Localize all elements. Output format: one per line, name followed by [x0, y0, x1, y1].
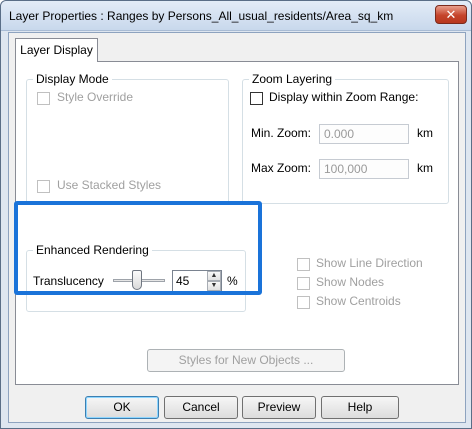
show-line-direction-checkbox[interactable] — [297, 258, 310, 271]
preview-button[interactable]: Preview — [242, 396, 316, 419]
chevron-down-icon: ▼ — [210, 282, 218, 289]
layer-properties-dialog: Layer Properties : Ranges by Persons_All… — [0, 0, 472, 429]
min-zoom-unit: km — [417, 126, 433, 140]
display-mode-group: Display Mode Style Override Use Stacked … — [26, 72, 229, 204]
close-button[interactable]: ✕ — [435, 5, 467, 24]
min-zoom-label: Min. Zoom: — [251, 126, 312, 140]
ok-button[interactable]: OK — [85, 396, 159, 419]
translucency-unit: % — [227, 274, 238, 288]
zoom-layering-label: Zoom Layering — [249, 72, 336, 86]
layer-display-panel: Display Mode Style Override Use Stacked … — [15, 61, 459, 385]
style-override-checkbox[interactable] — [37, 92, 50, 105]
enhanced-rendering-group: Enhanced Rendering Translucency 45 ▲ ▼ % — [26, 243, 246, 312]
display-mode-label: Display Mode — [33, 72, 112, 86]
show-line-direction-label: Show Line Direction — [316, 256, 423, 270]
show-nodes-label: Show Nodes — [316, 275, 385, 289]
max-zoom-unit: km — [417, 161, 433, 175]
max-zoom-label: Max Zoom: — [251, 161, 312, 175]
show-centroids-checkbox[interactable] — [297, 296, 310, 309]
chevron-up-icon: ▲ — [210, 272, 218, 279]
show-nodes-checkbox[interactable] — [297, 277, 310, 290]
show-centroids-label: Show Centroids — [316, 294, 401, 308]
display-within-zoom-checkbox[interactable] — [250, 92, 263, 105]
translucency-slider-thumb[interactable] — [131, 270, 142, 290]
style-override-label: Style Override — [57, 90, 134, 104]
close-icon: ✕ — [445, 7, 457, 22]
min-zoom-field[interactable]: 0.000 — [319, 124, 409, 144]
tab-layer-display[interactable]: Layer Display — [15, 38, 98, 62]
styles-for-new-objects-button[interactable]: Styles for New Objects ... — [147, 349, 345, 372]
translucency-label: Translucency — [33, 274, 104, 288]
use-stacked-styles-checkbox[interactable] — [37, 180, 50, 193]
spin-down-button[interactable]: ▼ — [207, 281, 221, 291]
max-zoom-field[interactable]: 100,000 — [319, 159, 409, 179]
window-title: Layer Properties : Ranges by Persons_All… — [9, 9, 394, 23]
help-button[interactable]: Help — [321, 396, 399, 419]
display-within-zoom-label: Display within Zoom Range: — [269, 90, 419, 104]
zoom-layering-group: Zoom Layering Display within Zoom Range:… — [242, 72, 449, 204]
dialog-client-area: Layer Display Display Mode Style Overrid… — [8, 32, 466, 423]
cancel-button[interactable]: Cancel — [164, 396, 238, 419]
spin-up-button[interactable]: ▲ — [207, 271, 221, 281]
enhanced-rendering-label: Enhanced Rendering — [33, 243, 152, 257]
use-stacked-styles-label: Use Stacked Styles — [57, 178, 162, 192]
title-bar[interactable]: Layer Properties : Ranges by Persons_All… — [1, 1, 471, 31]
